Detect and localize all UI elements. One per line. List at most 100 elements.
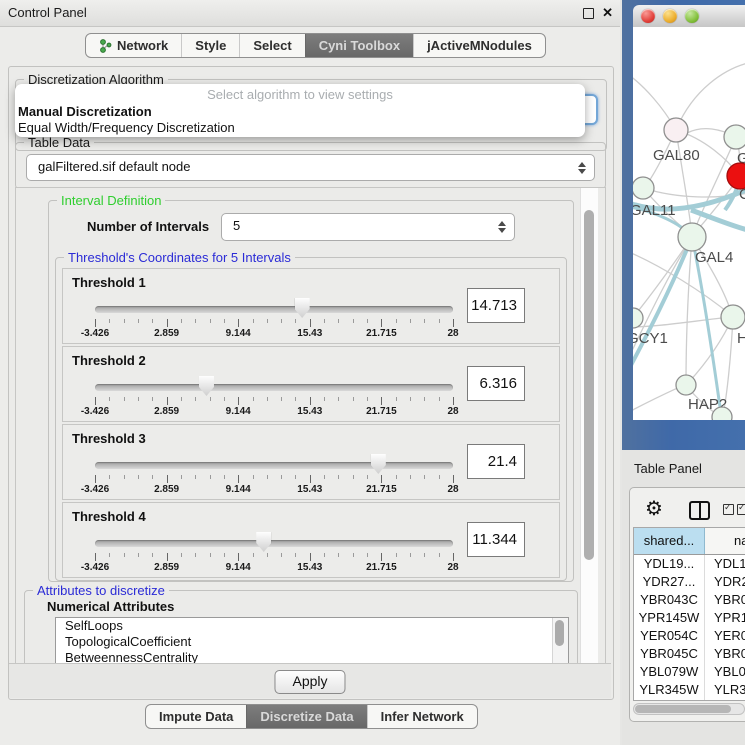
- slider-tick-labels: -3.4262.8599.14415.4321.71528: [95, 328, 453, 340]
- threshold-3-slider-thumb[interactable]: [371, 454, 386, 474]
- checkbox-icon[interactable]: [737, 504, 745, 515]
- columns-icon[interactable]: [689, 501, 710, 520]
- checkbox-icon[interactable]: [723, 504, 734, 515]
- attributes-list-scrollbar[interactable]: [552, 618, 568, 666]
- network-node[interactable]: [633, 177, 654, 199]
- network-node[interactable]: [676, 375, 696, 395]
- scrollbar-thumb[interactable]: [555, 620, 564, 646]
- settings-vertical-scrollbar[interactable]: [580, 188, 598, 665]
- zoom-traffic-light-icon[interactable]: [685, 9, 699, 23]
- tab-infer-network[interactable]: Infer Network: [367, 705, 477, 728]
- table-row[interactable]: YER054CYER0: [634, 627, 745, 645]
- slider-tick-label: -3.426: [81, 328, 109, 339]
- network-node[interactable]: [633, 308, 643, 328]
- tab-cyni-toolbox[interactable]: Cyni Toolbox: [305, 34, 413, 57]
- table-data-combobox[interactable]: galFiltered.sif default node: [26, 154, 595, 181]
- tab-select[interactable]: Select: [239, 34, 304, 57]
- threshold-4-slider-track[interactable]: [95, 540, 453, 547]
- slider-tick-label: 2.859: [154, 406, 179, 417]
- attribute-list-item[interactable]: SelfLoops: [56, 618, 568, 634]
- threshold-1-slider-track[interactable]: [95, 306, 453, 313]
- tab-discretize-data[interactable]: Discretize Data: [246, 705, 366, 728]
- scrollbar-thumb[interactable]: [635, 705, 731, 713]
- threshold-2-slider-thumb[interactable]: [199, 376, 214, 396]
- network-canvas[interactable]: GAL80GACGAL11GAL4GCY1HHAP2: [633, 27, 745, 420]
- cell-name: YDR2: [705, 573, 745, 591]
- cell-name: YDL1: [705, 555, 745, 573]
- gear-icon[interactable]: ⚙: [645, 496, 663, 521]
- close-traffic-light-icon[interactable]: [641, 9, 655, 23]
- slider-tick: [267, 319, 268, 323]
- slider-tick: [152, 553, 153, 557]
- numerical-attributes-list[interactable]: SelfLoopsTopologicalCoefficientBetweenne…: [55, 617, 569, 666]
- threshold-1-slider-thumb[interactable]: [295, 298, 310, 318]
- threshold-4-value-field[interactable]: 11.344: [467, 522, 525, 557]
- slider-tick: [353, 475, 354, 479]
- slider-tick: [181, 319, 182, 323]
- tab-jactivemnodules[interactable]: jActiveMNodules: [413, 34, 545, 57]
- slider-tick: [181, 475, 182, 479]
- slider-tick: [353, 319, 354, 323]
- slider-tick: [210, 475, 211, 479]
- threshold-2-row: Threshold 2 -3.4262.8599.14415.4321.7152…: [62, 346, 560, 422]
- slider-tick: [381, 553, 382, 561]
- network-view-window: GAL80GACGAL11GAL4GCY1HHAP2: [622, 0, 745, 450]
- table-row[interactable]: YPR145WYPR1: [634, 609, 745, 627]
- column-header-shared-name[interactable]: shared...: [634, 528, 705, 554]
- slider-tick: [138, 553, 139, 557]
- slider-tick: [324, 397, 325, 401]
- network-node[interactable]: [664, 118, 688, 142]
- table-row[interactable]: YIL052CYIL0: [634, 699, 745, 701]
- slider-tick-label: -3.426: [81, 484, 109, 495]
- close-icon[interactable]: ✕: [602, 0, 613, 26]
- threshold-2-slider-track[interactable]: [95, 384, 453, 391]
- table-row[interactable]: YBL079WYBL0: [634, 663, 745, 681]
- table-row[interactable]: YDL19...YDL1: [634, 555, 745, 573]
- threshold-3-slider-track[interactable]: [95, 462, 453, 469]
- slider-tick: [267, 475, 268, 479]
- table-header-row: shared... na: [634, 528, 745, 555]
- settings-scroll-viewport: Interval Definition Number of Intervals …: [15, 187, 606, 666]
- slider-tick-label: 21.715: [366, 484, 397, 495]
- scrollbar-thumb[interactable]: [584, 210, 594, 560]
- slider-tick: [224, 397, 225, 401]
- table-row[interactable]: YBR043CYBR0: [634, 591, 745, 609]
- slider-tick: [195, 475, 196, 479]
- slider-tick: [381, 319, 382, 327]
- slider-tick: [324, 319, 325, 323]
- slider-tick-labels: -3.4262.8599.14415.4321.71528: [95, 484, 453, 496]
- cell-shared-name: YPR145W: [634, 609, 705, 627]
- slider-tick: [124, 319, 125, 323]
- network-node[interactable]: [721, 305, 745, 329]
- column-header-name[interactable]: na: [705, 528, 745, 554]
- slider-tick-label: 28: [447, 562, 458, 573]
- threshold-3-value-field[interactable]: 21.4: [467, 444, 525, 479]
- threshold-2-label: Threshold 2: [72, 353, 146, 368]
- threshold-3-label: Threshold 3: [72, 431, 146, 446]
- slider-tick: [167, 319, 168, 327]
- table-row[interactable]: YLR345WYLR3: [634, 681, 745, 699]
- attribute-list-item[interactable]: TopologicalCoefficient: [56, 634, 568, 650]
- tab-style[interactable]: Style: [181, 34, 239, 57]
- table-horizontal-scrollbar[interactable]: [633, 703, 745, 715]
- algorithm-option-equal-width[interactable]: Equal Width/Frequency Discretization: [15, 120, 585, 136]
- minimize-traffic-light-icon[interactable]: [663, 9, 677, 23]
- tab-network[interactable]: Network: [86, 34, 181, 57]
- table-row[interactable]: YDR27...YDR2: [634, 573, 745, 591]
- tab-impute-data[interactable]: Impute Data: [146, 705, 246, 728]
- network-node[interactable]: [724, 125, 745, 149]
- apply-button[interactable]: Apply: [274, 670, 345, 694]
- number-of-intervals-combobox[interactable]: 5: [221, 213, 515, 241]
- table-row[interactable]: YBR045CYBR0: [634, 645, 745, 663]
- slider-tick: [167, 553, 168, 561]
- threshold-2-value-field[interactable]: 6.316: [467, 366, 525, 401]
- algorithm-prompt-item[interactable]: Select algorithm to view settings: [15, 84, 585, 104]
- threshold-1-value-field[interactable]: 14.713: [467, 288, 525, 323]
- slider-tick: [381, 475, 382, 483]
- algorithm-option-manual[interactable]: Manual Discretization: [15, 104, 585, 120]
- threshold-4-slider-thumb[interactable]: [256, 532, 271, 552]
- slider-tick-labels: -3.4262.8599.14415.4321.71528: [95, 562, 453, 574]
- float-window-icon[interactable]: [583, 8, 594, 19]
- network-node[interactable]: [678, 223, 706, 251]
- slider-tick: [224, 553, 225, 557]
